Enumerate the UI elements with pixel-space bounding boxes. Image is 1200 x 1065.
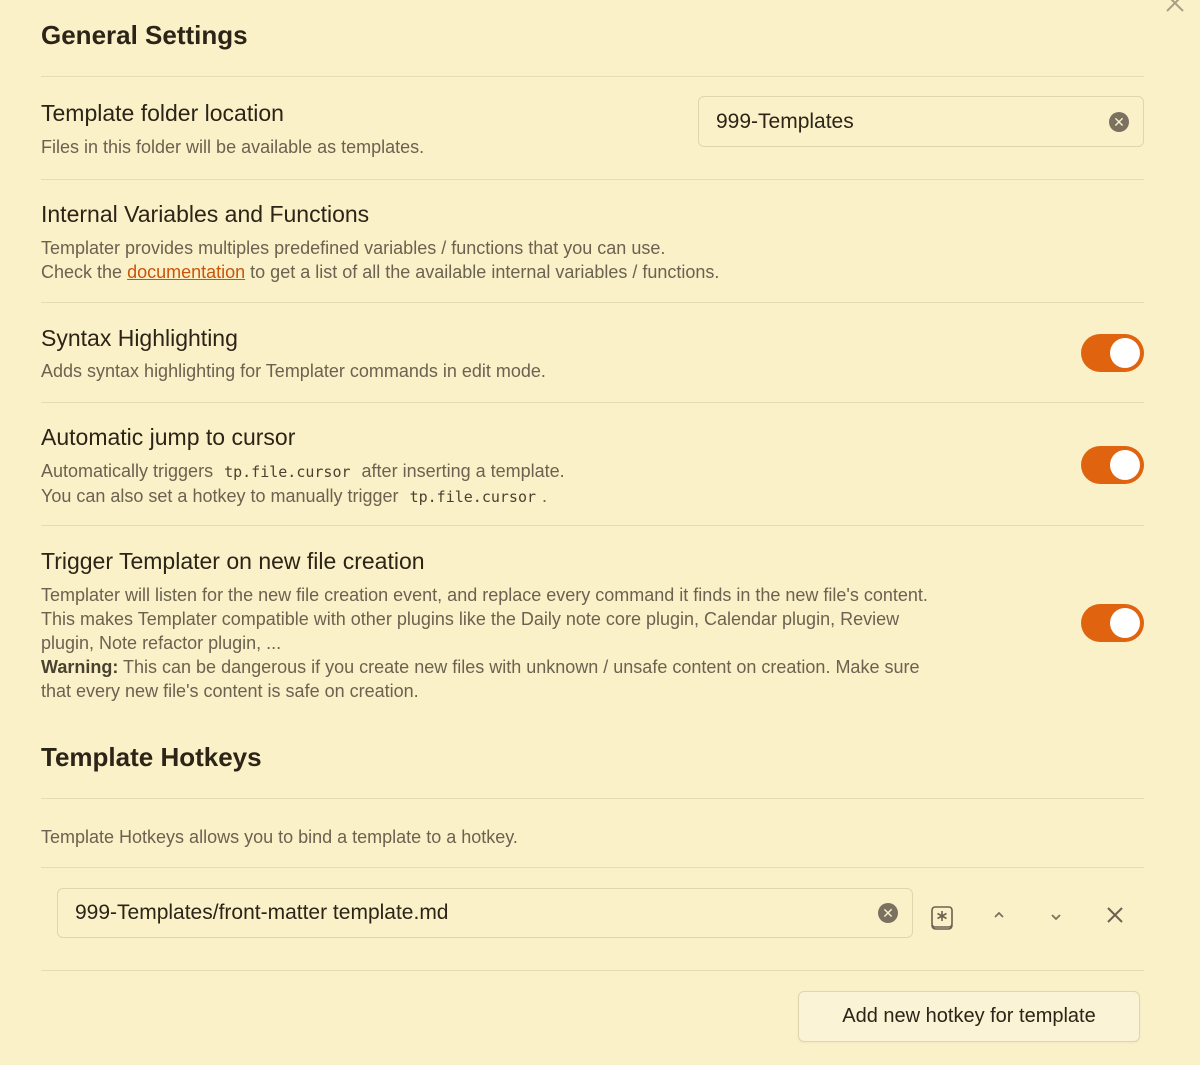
divider: [41, 525, 1144, 526]
internal-vars-line2-suffix: to get a list of all the available inter…: [250, 262, 720, 282]
divider: [41, 179, 1144, 180]
trigger-line3: plugin, Note refactor plugin, ...: [41, 633, 282, 653]
internal-vars-line2: Check the documentation to get a list of…: [41, 260, 719, 284]
trigger-new-file-toggle[interactable]: [1081, 604, 1144, 642]
jump-cursor-line2: You can also set a hotkey to manually tr…: [41, 484, 565, 509]
trigger-warning-line: Warning: This can be dangerous if you cr…: [41, 655, 1061, 679]
jump-cursor-desc: Automatically triggers tp.file.cursor af…: [41, 459, 565, 509]
internal-vars-line1: Templater provides multiples predefined …: [41, 238, 666, 258]
syntax-highlighting-toggle[interactable]: [1081, 334, 1144, 372]
hotkey-template-input[interactable]: 999-Templates/front-matter template.md ✕: [57, 888, 913, 938]
template-hotkeys-desc: Template Hotkeys allows you to bind a te…: [41, 827, 518, 847]
warning-label: Warning:: [41, 657, 119, 677]
internal-vars-line2-prefix: Check the: [41, 262, 123, 282]
internal-vars-desc: Templater provides multiples predefined …: [41, 236, 719, 284]
jump-cursor-line1-prefix: Automatically triggers: [41, 461, 214, 481]
trigger-line5: that every new file's content is safe on…: [41, 681, 419, 701]
trigger-new-file-name: Trigger Templater on new file creation: [41, 548, 425, 574]
template-folder-name: Template folder location: [41, 100, 284, 126]
internal-vars-name: Internal Variables and Functions: [41, 201, 370, 227]
chevron-down-icon[interactable]: [1041, 906, 1071, 936]
template-folder-desc: Files in this folder will be available a…: [41, 137, 425, 157]
template-hotkeys-heading: Template Hotkeys: [41, 742, 262, 772]
trigger-line2: This makes Templater compatible with oth…: [41, 609, 900, 629]
jump-cursor-name: Automatic jump to cursor: [41, 424, 296, 450]
documentation-link[interactable]: documentation: [127, 262, 245, 282]
add-hotkey-button[interactable]: Add new hotkey for template: [798, 991, 1140, 1042]
chevron-up-icon[interactable]: [984, 904, 1014, 934]
jump-cursor-line1-suffix: after inserting a template.: [361, 461, 565, 481]
divider: [41, 867, 1144, 868]
general-settings-heading: General Settings: [41, 20, 248, 50]
toggle-knob: [1110, 450, 1140, 480]
code-snippet: tp.file.cursor: [409, 488, 537, 506]
hotkey-icon[interactable]: [927, 905, 957, 935]
template-folder-input[interactable]: 999-Templates ✕: [698, 96, 1144, 147]
divider: [41, 798, 1144, 799]
warning-text: This can be dangerous if you create new …: [123, 657, 920, 677]
jump-cursor-toggle[interactable]: [1081, 446, 1144, 484]
close-modal-icon[interactable]: [1164, 0, 1186, 14]
clear-icon[interactable]: ✕: [878, 903, 898, 923]
hotkey-template-value[interactable]: 999-Templates/front-matter template.md: [58, 901, 878, 925]
divider: [41, 302, 1144, 303]
template-folder-value[interactable]: 999-Templates: [699, 110, 1109, 134]
jump-cursor-line2-prefix: You can also set a hotkey to manually tr…: [41, 486, 399, 506]
trigger-line1: Templater will listen for the new file c…: [41, 585, 928, 605]
jump-cursor-line2-suffix: .: [542, 486, 548, 506]
code-snippet: tp.file.cursor: [224, 463, 351, 481]
trigger-new-file-desc: Templater will listen for the new file c…: [41, 583, 1061, 703]
jump-cursor-line1: Automatically triggers tp.file.cursor af…: [41, 459, 565, 484]
toggle-knob: [1110, 608, 1140, 638]
divider: [41, 402, 1144, 403]
toggle-knob: [1110, 338, 1140, 368]
clear-icon[interactable]: ✕: [1109, 111, 1129, 132]
divider: [41, 76, 1144, 77]
syntax-highlighting-name: Syntax Highlighting: [41, 325, 238, 351]
syntax-highlighting-desc: Adds syntax highlighting for Templater c…: [41, 361, 546, 381]
remove-hotkey-icon[interactable]: [1100, 905, 1130, 935]
divider: [41, 970, 1144, 971]
